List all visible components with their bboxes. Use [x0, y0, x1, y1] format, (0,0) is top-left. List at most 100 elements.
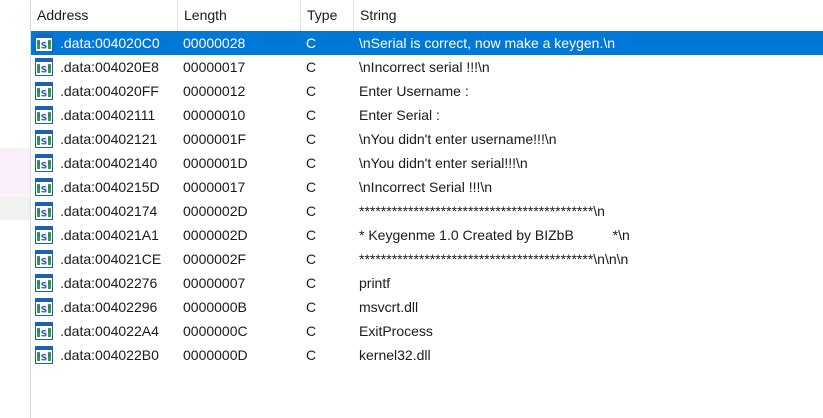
column-header-type[interactable]: Type [301, 0, 354, 31]
table-row[interactable]: 'S' .data:00402121 0000001F C \nYou didn't e… [31, 127, 823, 151]
string-item-icon: 'S' [35, 346, 53, 364]
row-address: .data:004021CE [60, 251, 162, 267]
left-panel-strip [0, 0, 31, 418]
row-address: .data:004020C0 [60, 35, 160, 51]
svg-text:'S': 'S' [38, 258, 50, 268]
row-type: C [306, 275, 317, 291]
row-address: .data:004022B0 [60, 347, 159, 363]
svg-text:'S': 'S' [38, 282, 50, 292]
row-length: 0000000B [183, 299, 247, 315]
row-type: C [306, 35, 317, 51]
svg-text:'S': 'S' [38, 210, 50, 220]
column-header-length[interactable]: Length [178, 0, 301, 31]
svg-text:'S': 'S' [38, 138, 50, 148]
row-type: C [306, 83, 317, 99]
svg-text:'S': 'S' [38, 114, 50, 124]
row-length: 0000002D [183, 203, 248, 219]
row-length: 0000002D [183, 227, 248, 243]
column-header-string[interactable]: String [354, 0, 823, 31]
svg-text:'S': 'S' [38, 186, 50, 196]
row-type: C [306, 227, 317, 243]
left-panel-highlight [0, 148, 30, 195]
row-length: 00000007 [183, 275, 246, 291]
table-row[interactable]: 'S' .data:00402140 0000001D C \nYou didn't e… [31, 151, 823, 175]
svg-text:'S': 'S' [38, 354, 50, 364]
row-type: C [306, 107, 317, 123]
string-item-icon: 'S' [35, 34, 53, 52]
svg-text:'S': 'S' [38, 234, 50, 244]
column-header-address[interactable]: Address [31, 0, 178, 31]
row-string: ExitProcess [359, 323, 433, 339]
row-address: .data:00402140 [60, 155, 158, 171]
row-type: C [306, 203, 317, 219]
string-item-icon: 'S' [35, 82, 53, 100]
string-item-icon: 'S' [35, 202, 53, 220]
table-row[interactable]: 'S' .data:00402276 00000007 Cprintf [31, 271, 823, 295]
row-address: .data:004022A4 [60, 323, 159, 339]
row-string: printf [359, 275, 391, 291]
row-string: \nYou didn't enter serial!!!\n [359, 155, 528, 171]
row-type: C [306, 251, 317, 267]
strings-table[interactable]: Address Length Type String 'S' .data:0040… [31, 0, 823, 418]
table-row[interactable]: 'S' .data:004022B0 0000000D Ckernel32.dll [31, 343, 823, 367]
string-item-icon: 'S' [35, 274, 53, 292]
row-length: 00000017 [183, 59, 246, 75]
table-row[interactable]: 'S' .data:004020FF 00000012 C Enter Username… [31, 79, 823, 103]
string-item-icon: 'S' [35, 154, 53, 172]
table-row[interactable]: 'S' .data:00402111 00000010 C Enter Serial : [31, 103, 823, 127]
table-header: Address Length Type String [31, 0, 823, 31]
row-address: .data:0040215D [60, 179, 160, 195]
table-row[interactable]: 'S' .data:0040215D 00000017 C \nIncorrect Se… [31, 175, 823, 199]
row-length: 0000001F [183, 131, 247, 147]
table-body: 'S' .data:004020C0 00000028 C \nSerial is co… [31, 31, 823, 367]
row-string: Enter Serial : [359, 107, 440, 123]
row-address: .data:00402276 [60, 275, 158, 291]
row-string: \nYou didn't enter username!!!\n [359, 131, 557, 147]
table-row[interactable]: 'S' .data:004022A4 0000000C C ExitProcess [31, 319, 823, 343]
table-row[interactable]: 'S' .data:004021CE 0000002F C **************… [31, 247, 823, 271]
row-string: kernel32.dll [359, 347, 431, 363]
string-item-icon: 'S' [35, 226, 53, 244]
row-type: C [306, 131, 317, 147]
row-string: msvcrt.dll [359, 299, 419, 315]
row-length: 00000012 [183, 83, 246, 99]
row-length: 0000000D [183, 347, 248, 363]
row-type: C [306, 347, 317, 363]
row-type: C [306, 299, 317, 315]
row-string: Enter Username : [359, 83, 469, 99]
svg-text:'S': 'S' [38, 162, 50, 172]
table-row[interactable]: 'S' .data:004021A1 0000002D C * Keygenme 1.0… [31, 223, 823, 247]
string-item-icon: 'S' [35, 250, 53, 268]
svg-text:'S': 'S' [38, 90, 50, 100]
row-address: .data:00402121 [60, 131, 158, 147]
string-item-icon: 'S' [35, 298, 53, 316]
row-string: ****************************************… [359, 251, 629, 267]
row-address: .data:00402111 [60, 107, 156, 123]
svg-text:'S': 'S' [38, 66, 50, 76]
svg-text:'S': 'S' [38, 306, 50, 316]
row-type: C [306, 155, 317, 171]
row-string: \nIncorrect serial !!!\n [359, 59, 490, 75]
row-length: 00000010 [183, 107, 246, 123]
table-row[interactable]: 'S' .data:004020C0 00000028 C \nSerial is co… [31, 31, 823, 55]
row-string: \nSerial is correct, now make a keygen.\… [359, 35, 616, 51]
svg-text:'S': 'S' [38, 330, 50, 340]
row-string: \nIncorrect Serial !!!\n [359, 179, 493, 195]
table-row[interactable]: 'S' .data:00402296 0000000B Cmsvcrt.dll [31, 295, 823, 319]
table-row[interactable]: 'S' .data:004020E8 00000017 C \nIncorrect se… [31, 55, 823, 79]
row-address: .data:004021A1 [60, 227, 159, 243]
row-length: 0000001D [183, 155, 248, 171]
strings-window: Address Length Type String 'S' .data:0040… [0, 0, 823, 418]
row-length: 0000000C [183, 323, 248, 339]
row-length: 0000002F [183, 251, 247, 267]
left-panel-shade [0, 196, 30, 220]
row-length: 00000028 [183, 35, 246, 51]
row-address: .data:004020E8 [60, 59, 159, 75]
row-length: 00000017 [183, 179, 246, 195]
row-type: C [306, 59, 317, 75]
string-item-icon: 'S' [35, 178, 53, 196]
row-string: * Keygenme 1.0 Created by BIZbB *\n [359, 227, 630, 243]
string-item-icon: 'S' [35, 58, 53, 76]
row-type: C [306, 179, 317, 195]
table-row[interactable]: 'S' .data:00402174 0000002D C **************… [31, 199, 823, 223]
